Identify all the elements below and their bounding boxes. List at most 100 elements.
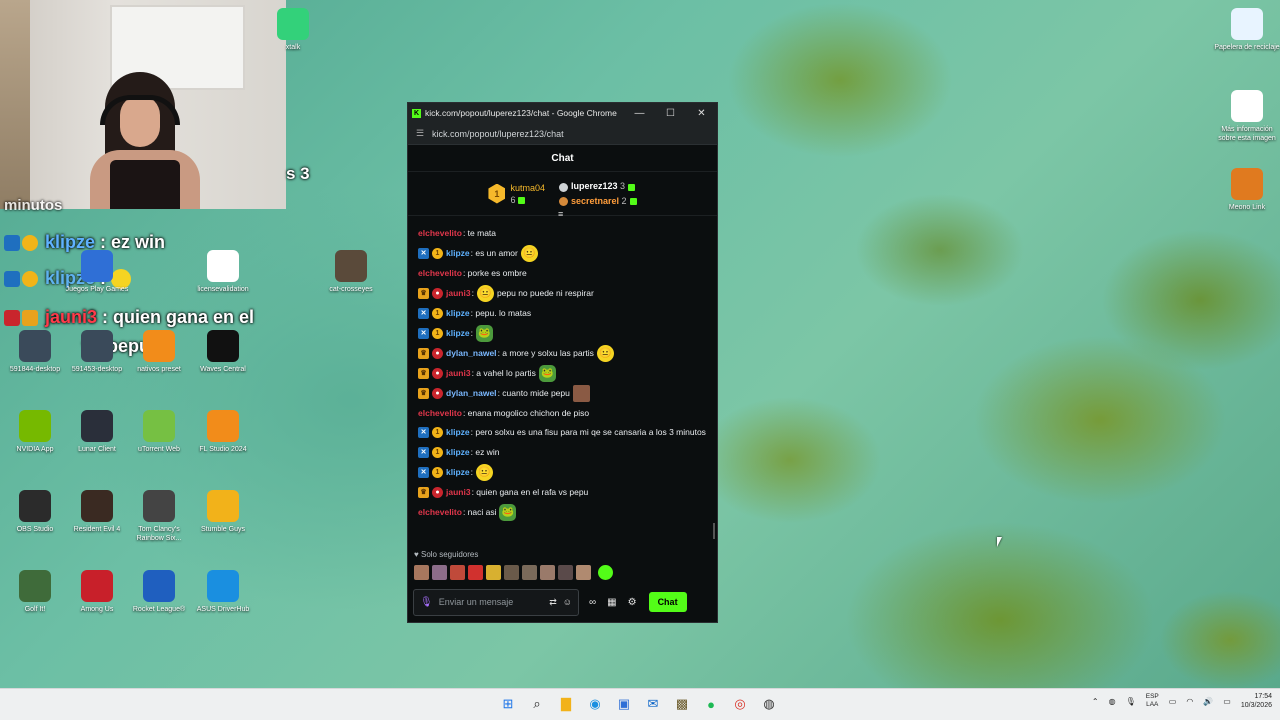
chat-username[interactable]: klipze bbox=[446, 466, 470, 479]
file-explorer-icon[interactable]: ▇ bbox=[556, 693, 576, 715]
emote-icon[interactable] bbox=[468, 565, 483, 580]
spotify-icon[interactable]: ● bbox=[701, 693, 721, 715]
recent-emotes[interactable] bbox=[414, 565, 613, 580]
desktop-icon[interactable]: Resident Evil 4 bbox=[62, 490, 132, 534]
windows-start-icon[interactable]: ⊞ bbox=[498, 693, 518, 715]
chat-username[interactable]: elchevelito bbox=[418, 267, 462, 280]
chevron-up-icon[interactable]: ⌃ bbox=[1092, 697, 1099, 706]
desktop-icon[interactable]: 591844-desktop bbox=[0, 330, 70, 374]
chat-message[interactable]: ♛ ● jauni3: 😐 pepu no puede ni respirar bbox=[418, 283, 707, 303]
battery-icon[interactable]: ▭ bbox=[1223, 697, 1231, 706]
gear-icon[interactable]: ⚙ bbox=[628, 597, 637, 608]
chrome-icon[interactable]: ◎ bbox=[730, 693, 750, 715]
chat-message[interactable]: elchevelito: enana mogolico chichon de p… bbox=[418, 403, 707, 423]
emote-icon[interactable] bbox=[486, 565, 501, 580]
chat-message[interactable]: ✕ 1 klipze: pero solxu es una fisu para mi… bbox=[418, 423, 707, 442]
emote-icon[interactable] bbox=[576, 565, 591, 580]
desktop-icon[interactable]: Rocket League® bbox=[124, 570, 194, 614]
desktop-icon[interactable]: licensevalidation bbox=[188, 250, 258, 294]
chat-message[interactable]: ♛ ● jauni3: quien gana en el rafa vs pepu bbox=[418, 482, 707, 502]
close-button[interactable]: ✕ bbox=[686, 108, 717, 119]
obs-taskbar-icon[interactable]: ◍ bbox=[759, 693, 779, 715]
chat-message[interactable]: elchevelito: porke es ombre bbox=[418, 263, 707, 283]
translate-icon[interactable]: ⇄ bbox=[549, 597, 557, 608]
outlook-icon[interactable]: ✉ bbox=[643, 693, 663, 715]
clock[interactable]: 17:54 10/3/2026 bbox=[1241, 692, 1272, 710]
chat-messages[interactable]: elchevelito: te mata ✕ 1 klipze: es un amor… bbox=[408, 223, 717, 548]
desktop-icon[interactable]: Waves Central bbox=[188, 330, 258, 374]
desktop-icon[interactable]: ASUS DriverHub bbox=[188, 570, 258, 614]
chat-input-placeholder[interactable]: Enviar un mensaje bbox=[439, 597, 544, 607]
shop-icon[interactable]: ▦ bbox=[607, 597, 616, 608]
desktop-icon[interactable]: Stumble Guys bbox=[188, 490, 258, 534]
chat-message[interactable]: ♛ ● dylan_nawel: a more y solxu las partis… bbox=[418, 343, 707, 363]
chat-message[interactable]: ♛ ● jauni3: a vahel lo partis 🐸 bbox=[418, 363, 707, 383]
store-icon[interactable]: ▣ bbox=[614, 693, 634, 715]
desktop-icon[interactable]: Más información sobre esta imagen bbox=[1212, 90, 1280, 143]
chat-username[interactable]: dylan_nawel bbox=[446, 387, 497, 400]
chat-username[interactable]: klipze bbox=[446, 327, 470, 340]
mic-tray-icon[interactable]: 🎙 bbox=[1126, 697, 1136, 706]
chat-message[interactable]: ♛ ● dylan_nawel: cuanto mide pepu bbox=[418, 383, 707, 403]
desktop-icon[interactable]: FL Studio 2024 bbox=[188, 410, 258, 454]
minecraft-icon[interactable]: ▩ bbox=[672, 693, 692, 715]
chat-username[interactable]: klipze bbox=[446, 446, 470, 459]
volume-icon[interactable]: 🔊 bbox=[1203, 697, 1213, 706]
send-chat-button[interactable]: Chat bbox=[648, 592, 687, 612]
emote-icon[interactable] bbox=[558, 565, 573, 580]
emoji-icon[interactable]: ☺ bbox=[563, 597, 572, 607]
chat-message[interactable]: elchevelito: te mata bbox=[418, 223, 707, 243]
chrome-popup-window[interactable]: K kick.com/popout/luperez123/chat - Goog… bbox=[407, 102, 718, 623]
desktop-icon[interactable]: nativos preset bbox=[124, 330, 194, 374]
chat-username[interactable]: dylan_nawel bbox=[446, 347, 497, 360]
chat-message[interactable]: elchevelito: naci asi 🐸 bbox=[418, 502, 707, 522]
gifter-row[interactable]: luperez123 3 bbox=[558, 181, 637, 192]
desktop-icon[interactable]: Lunar Client bbox=[62, 410, 132, 454]
desktop-icon[interactable]: OBS Studio bbox=[0, 490, 70, 534]
microphone-icon[interactable]: 🎙 bbox=[420, 597, 433, 608]
chat-username[interactable]: elchevelito bbox=[418, 227, 462, 240]
users-icon[interactable]: ∞ bbox=[589, 597, 596, 608]
chat-username[interactable]: jauni3 bbox=[446, 367, 471, 380]
desktop-icon[interactable]: Meono Link bbox=[1212, 168, 1280, 212]
desktop-icon[interactable]: Golf It! bbox=[0, 570, 70, 614]
chat-username[interactable]: jauni3 bbox=[446, 287, 471, 300]
network-icon[interactable]: ◍ bbox=[1109, 697, 1116, 706]
maximize-button[interactable]: ☐ bbox=[655, 108, 686, 119]
edge-icon[interactable]: ◉ bbox=[585, 693, 605, 715]
chat-username[interactable]: elchevelito bbox=[418, 407, 462, 420]
language-indicator[interactable]: ESP LAA bbox=[1146, 693, 1159, 709]
window-titlebar[interactable]: K kick.com/popout/luperez123/chat - Goog… bbox=[408, 103, 717, 123]
chat-message[interactable]: ✕ 1 klipze: 😐 bbox=[418, 462, 707, 482]
desktop-icon[interactable]: NVIDIA App bbox=[0, 410, 70, 454]
emote-icon[interactable] bbox=[432, 565, 447, 580]
chat-message[interactable]: ✕ 1 klipze: pepu. lo matas bbox=[418, 303, 707, 323]
desktop-icon[interactable]: xtalk bbox=[258, 8, 328, 52]
gifter-row[interactable]: secretnarel 2 bbox=[558, 196, 637, 206]
chat-message[interactable]: ✕ 1 klipze: ez win bbox=[418, 442, 707, 462]
desktop-icon[interactable]: 591453-desktop bbox=[62, 330, 132, 374]
chat-username[interactable]: klipze bbox=[446, 247, 470, 260]
desktop-icon[interactable]: Among Us bbox=[62, 570, 132, 614]
desktop-icon[interactable]: cat-crosseyes bbox=[316, 250, 386, 294]
url-text[interactable]: kick.com/popout/luperez123/chat bbox=[432, 129, 564, 139]
emote-icon[interactable] bbox=[414, 565, 429, 580]
wifi-icon[interactable]: ◠ bbox=[1186, 697, 1193, 706]
chat-username[interactable]: elchevelito bbox=[418, 506, 462, 519]
chat-message[interactable]: ✕ 1 klipze: es un amor 😐 bbox=[418, 243, 707, 263]
chat-message[interactable]: ✕ 1 klipze: 🐸 bbox=[418, 323, 707, 343]
desktop-icon[interactable]: Tom Clancy's Rainbow Six... bbox=[124, 490, 194, 543]
chat-username[interactable]: klipze bbox=[446, 427, 470, 437]
address-bar[interactable]: ☰ kick.com/popout/luperez123/chat bbox=[408, 123, 717, 145]
emote-icon[interactable] bbox=[540, 565, 555, 580]
emote-icon[interactable] bbox=[450, 565, 465, 580]
chat-scrollbar[interactable] bbox=[713, 523, 715, 539]
desktop-icon[interactable]: Papelera de reciclaje bbox=[1212, 8, 1280, 52]
chat-username[interactable]: jauni3 bbox=[446, 486, 471, 499]
site-settings-icon[interactable]: ☰ bbox=[416, 128, 426, 139]
emote-picker-icon[interactable] bbox=[598, 565, 613, 580]
desktop-icon[interactable]: Juegos Play Games bbox=[62, 250, 132, 294]
search-icon[interactable]: ⌕ bbox=[527, 693, 547, 715]
display-icon[interactable]: ▭ bbox=[1169, 697, 1177, 706]
collapse-icon[interactable]: ≡ bbox=[558, 209, 563, 219]
